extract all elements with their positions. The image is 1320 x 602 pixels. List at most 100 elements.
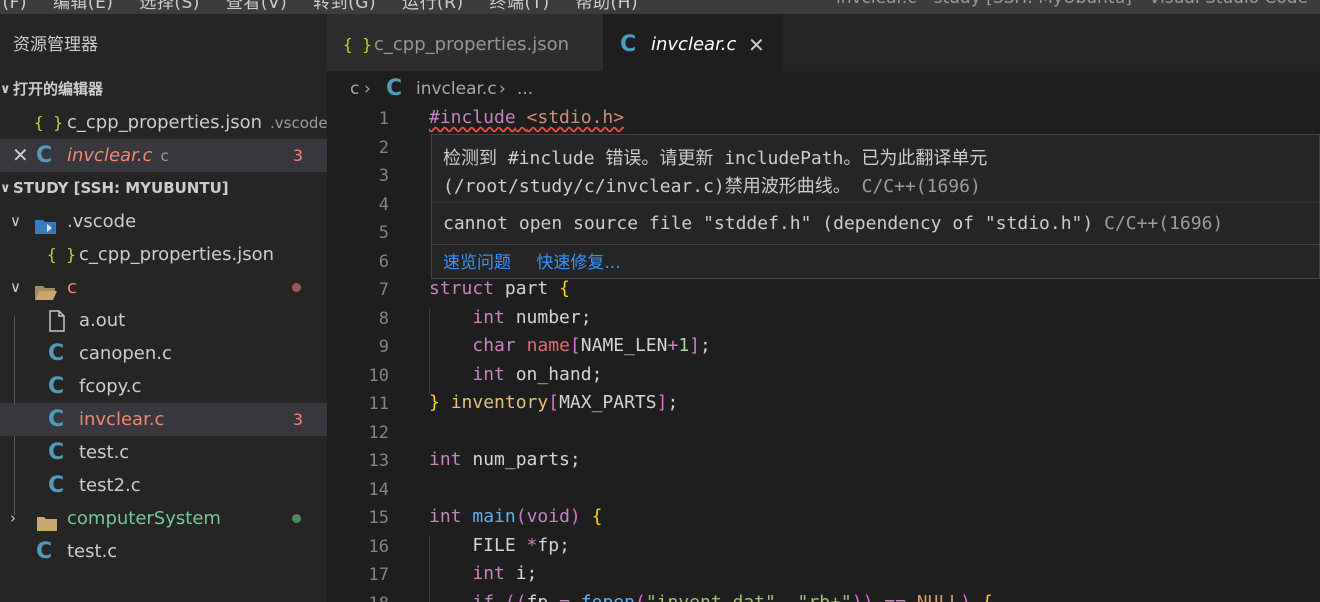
line-number: 11 [368, 394, 389, 414]
diagnostic-source: C/C++(1696) [861, 176, 981, 197]
json-braces-icon: { } [47, 245, 76, 264]
tree-file[interactable]: C canopen.c [0, 337, 327, 370]
menu-edit[interactable]: 编辑(E) [53, 0, 114, 13]
tree-label: computerSystem [67, 508, 221, 529]
hover-actions: 速览问题 快速修复... [443, 248, 641, 273]
line-number: 9 [378, 337, 389, 357]
line-number: 4 [378, 195, 389, 215]
untracked-dot [292, 514, 301, 523]
breadcrumb: c › C invclear.c › ... [327, 71, 1320, 107]
diagnostic-source: C/C++(1696) [1104, 213, 1224, 234]
breadcrumb-symbol[interactable]: ... [517, 71, 533, 107]
workspace-header[interactable]: ∨ STUDY [SSH: MYUBUNTU] [0, 172, 327, 205]
tree-file[interactable]: C test.c [0, 535, 327, 568]
c-file-icon: C [620, 32, 637, 57]
tree-folder-c[interactable]: ∨ c [0, 271, 327, 304]
tree-file[interactable]: a.out [0, 304, 327, 337]
sidebar-title: 资源管理器 [13, 35, 98, 55]
tree-label: .vscode [67, 211, 137, 232]
hover-message-line3: cannot open source file "stddef.h" (depe… [443, 213, 1223, 234]
chevron-right-icon: › [364, 79, 371, 99]
open-editor-desc: .vscode [270, 114, 328, 132]
open-editors-label: 打开的编辑器 [13, 80, 104, 98]
tab-invclear[interactable]: C invclear.c ✕ [603, 14, 782, 71]
tree-file[interactable]: C fcopy.c [0, 370, 327, 403]
line-number: 12 [368, 423, 389, 443]
line-number: 7 [378, 280, 389, 300]
code-line: int on_hand; [472, 364, 603, 385]
problem-count-badge: 3 [292, 410, 303, 429]
code-line: int number; [472, 307, 592, 328]
tree-label: c_cpp_properties.json [79, 244, 275, 265]
open-editor-item-active[interactable]: ✕ C invclear.c c 3 [0, 139, 327, 172]
json-braces-icon: { } [34, 113, 63, 132]
tree-label: test.c [67, 541, 118, 562]
peek-problem-link[interactable]: 速览问题 [443, 253, 511, 273]
code-line: if ((fp = fopen("invent.dat", "rb+")) ==… [429, 592, 992, 602]
c-file-icon: C [48, 374, 65, 399]
tree-label: fcopy.c [79, 376, 142, 397]
line-number: 3 [378, 166, 389, 186]
close-icon[interactable]: ✕ [748, 14, 765, 76]
line-number: 16 [368, 537, 389, 557]
menu-run[interactable]: 运行(R) [402, 0, 464, 13]
menu-terminal[interactable]: 终端(T) [489, 0, 549, 13]
json-braces-icon: { } [343, 35, 372, 54]
line-number: 2 [378, 138, 389, 158]
menu-help[interactable]: 帮助(H) [576, 0, 639, 13]
code-line: int main(void) { [429, 506, 603, 527]
line-number: 18 [327, 594, 389, 602]
c-file-icon: C [48, 407, 65, 432]
code-line: FILE *fp; [429, 535, 570, 556]
tree-label: test2.c [79, 475, 141, 496]
tree-label: c [67, 277, 77, 298]
tree-file-json[interactable]: { } c_cpp_properties.json [0, 238, 327, 271]
menu-view[interactable]: 查看(V) [226, 0, 287, 13]
tab-bar: { } c_cpp_properties.json C invclear.c ✕ [327, 14, 1320, 71]
line-number: 10 [368, 366, 389, 386]
hover-error-text: cannot open source file "stddef.h" (depe… [443, 213, 1094, 234]
chevron-right-icon: › [499, 79, 506, 99]
chevron-down-icon: ∨ [10, 278, 21, 296]
hover-path-text: (/root/study/c/invclear.c)禁用波形曲线。 [443, 176, 851, 197]
menu-go[interactable]: 转到(G) [313, 0, 376, 13]
c-file-icon: C [36, 143, 53, 168]
menubar: f(F) 编辑(E) 选择(S) 查看(V) 转到(G) 运行(R) 终端(T)… [0, 0, 1320, 14]
hover-divider [432, 202, 1319, 203]
tab-label: c_cpp_properties.json [374, 34, 570, 55]
line-number: 1 [378, 109, 389, 129]
code-line: int num_parts; [429, 449, 581, 470]
code-line: char name[NAME_LEN+1]; [472, 335, 711, 356]
tree-label: canopen.c [79, 343, 172, 364]
line-number: 6 [378, 252, 389, 272]
c-file-icon: C [48, 473, 65, 498]
tree-label: invclear.c [79, 409, 165, 430]
tree-folder-computersystem[interactable]: › computerSystem [0, 502, 327, 535]
line-number: 5 [378, 223, 389, 243]
open-editor-label: c_cpp_properties.json .vscode [67, 112, 328, 133]
close-icon[interactable]: ✕ [12, 139, 29, 172]
open-editor-item[interactable]: { } c_cpp_properties.json .vscode [0, 106, 328, 139]
line-number: 15 [368, 508, 389, 528]
menu-items: f(F) 编辑(E) 选择(S) 查看(V) 转到(G) 运行(R) 终端(T)… [0, 0, 658, 13]
hover-message-line1: 检测到 #include 错误。请更新 includePath。已为此翻译单元 [443, 148, 988, 169]
breadcrumb-file[interactable]: invclear.c [416, 71, 497, 107]
hover-message-line2: (/root/study/c/invclear.c)禁用波形曲线。 C/C++(… [443, 172, 981, 198]
open-editor-label: invclear.c c [67, 145, 169, 166]
tab-c-cpp-properties[interactable]: { } c_cpp_properties.json [327, 14, 603, 71]
breadcrumb-folder[interactable]: c [350, 71, 359, 107]
tree-file[interactable]: C test.c [0, 436, 327, 469]
explorer-sidebar: 资源管理器 ∨ 打开的编辑器 { } c_cpp_properties.json… [0, 14, 328, 602]
open-editors-header[interactable]: ∨ 打开的编辑器 [0, 73, 327, 106]
tree-file-selected[interactable]: C invclear.c 3 [0, 403, 327, 436]
menu-selection[interactable]: 选择(S) [139, 0, 200, 13]
c-file-icon: C [48, 440, 65, 465]
tree-file[interactable]: C test2.c [0, 469, 327, 502]
c-file-icon: C [48, 341, 65, 366]
quick-fix-link[interactable]: 快速修复... [536, 253, 620, 273]
tree-folder-vscode[interactable]: ∨ .vscode [0, 205, 327, 238]
window-title: invclear.c - study [SSH: MyUbuntu] - Vis… [836, 0, 1308, 8]
line-number: 8 [378, 309, 389, 329]
menu-file[interactable]: f(F) [0, 0, 27, 13]
tab-label: invclear.c [651, 34, 737, 55]
